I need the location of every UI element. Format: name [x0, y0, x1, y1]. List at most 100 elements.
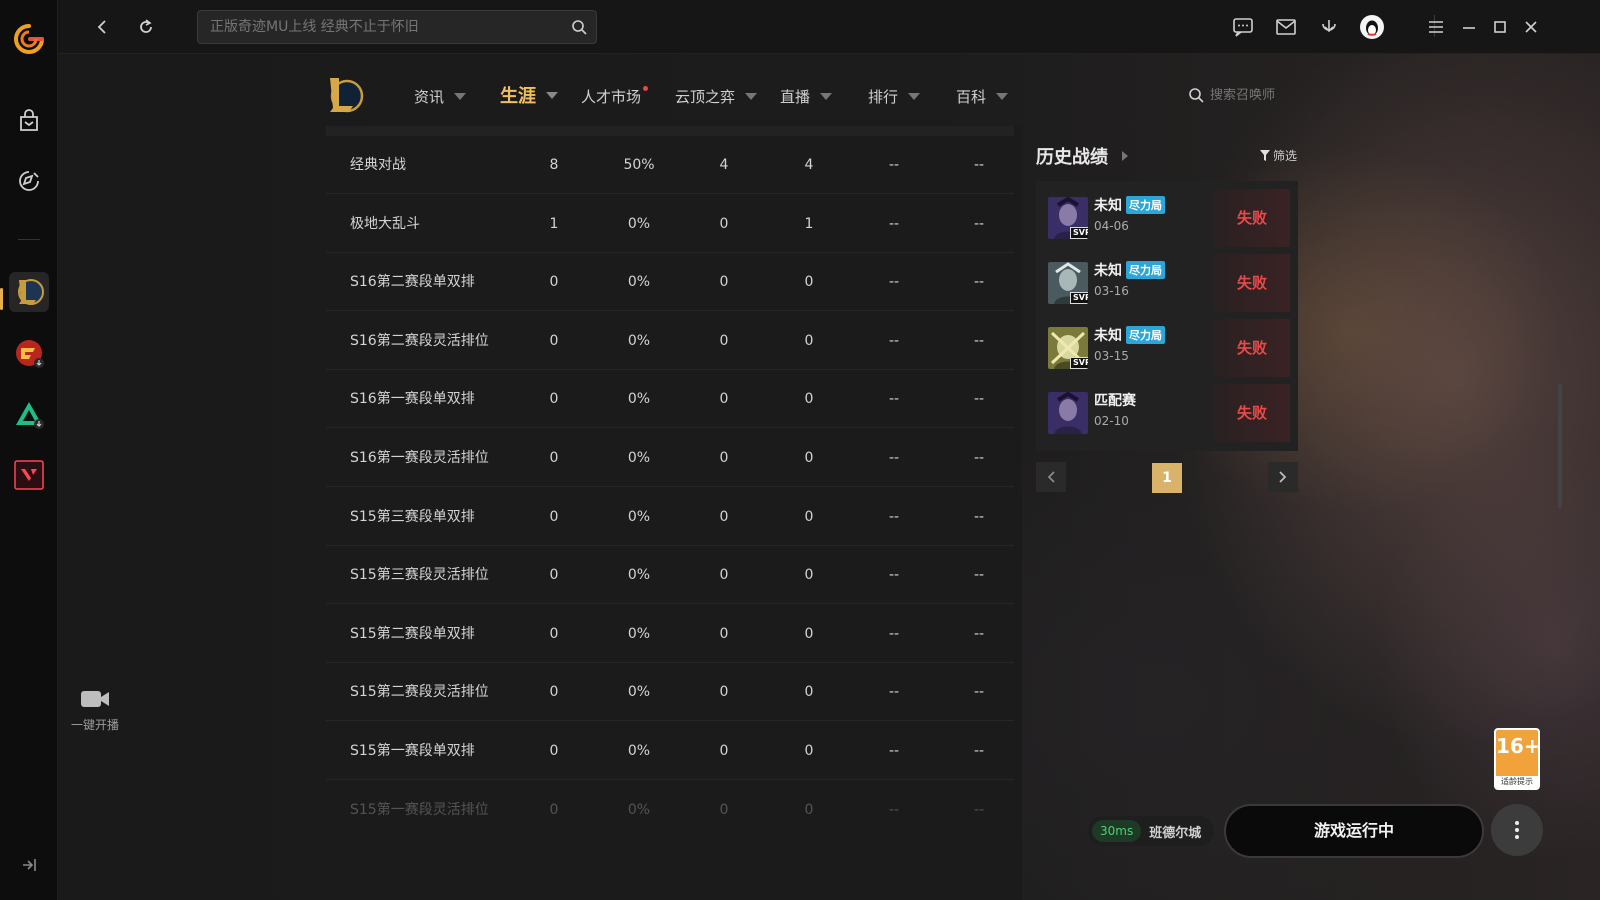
age-rating-caption: 适龄提示	[1496, 776, 1538, 788]
user-avatar[interactable]	[1359, 14, 1385, 40]
stat-cell: --	[888, 508, 900, 525]
game-triangle-icon[interactable]	[9, 394, 49, 434]
match-result: 失败	[1214, 189, 1290, 247]
tab-ranking-label: 排行	[868, 88, 899, 106]
rail-divider	[18, 239, 40, 240]
match-name: 未知 尽力局	[1094, 195, 1165, 215]
match-item[interactable]: SVP 未知 尽力局 03-15 失败	[1044, 319, 1290, 377]
tab-ranking[interactable]: 排行	[868, 86, 921, 107]
main-menu-icon[interactable]	[1423, 14, 1449, 40]
stat-cell: 0%	[627, 450, 651, 466]
chevron-down-icon	[820, 93, 833, 100]
game-valorant-icon[interactable]	[9, 455, 49, 495]
mode-name-cell: S15第一赛段单双排	[350, 743, 475, 759]
table-row: S15第三赛段灵活排位 0 0% 0 0 -- --	[326, 546, 1014, 605]
champion-avatar: SVP	[1048, 327, 1088, 369]
one-click-live-button[interactable]: 一键开播	[66, 688, 124, 738]
age-rating-badge: 16+ 适龄提示	[1494, 728, 1540, 790]
search-icon	[1189, 88, 1204, 103]
filter-button[interactable]: 筛选	[1260, 147, 1297, 164]
table-row: S15第二赛段灵活排位 0 0% 0 0 -- --	[326, 663, 1014, 722]
stat-cell: 0	[719, 625, 729, 642]
tab-news[interactable]: 资讯	[414, 86, 467, 107]
stat-cell: --	[888, 567, 900, 584]
mode-name-cell: 极地大乱斗	[350, 215, 420, 232]
top-bar	[58, 0, 1600, 54]
search-icon[interactable]	[570, 18, 588, 36]
notification-dot	[643, 86, 649, 91]
maximize-icon[interactable]	[1487, 14, 1513, 40]
tab-talent-market-label: 人才市场	[581, 88, 642, 106]
mail-icon[interactable]	[1273, 14, 1299, 40]
stat-cell: 0	[719, 274, 729, 291]
match-date: 04-06	[1094, 219, 1129, 233]
tab-wiki-label: 百科	[956, 88, 987, 106]
page-scrollbar[interactable]	[1558, 384, 1562, 508]
tab-career[interactable]: 生涯	[500, 82, 558, 108]
match-name-text: 未知	[1094, 328, 1122, 344]
filter-icon	[1260, 150, 1270, 161]
stat-cell: 0	[804, 332, 814, 349]
match-tag: 尽力局	[1126, 261, 1165, 279]
game-lol-icon[interactable]	[9, 272, 49, 312]
top-search-box[interactable]	[197, 10, 597, 44]
match-name: 未知 尽力局	[1094, 260, 1165, 280]
store-bag-icon[interactable]	[14, 106, 44, 136]
prev-page-button[interactable]	[1036, 462, 1066, 492]
history-title-label: 历史战绩	[1036, 147, 1108, 168]
explore-icon[interactable]	[14, 166, 44, 196]
svp-badge: SVP	[1070, 227, 1088, 239]
match-item[interactable]: SVP 未知 尽力局 04-06 失败	[1044, 189, 1290, 247]
tab-tft[interactable]: 云顶之弈	[675, 86, 758, 107]
table-row: S16第二赛段灵活排位 0 0% 0 0 -- --	[326, 312, 1014, 370]
table-row: S15第二赛段单双排 0 0% 0 0 -- --	[326, 605, 1014, 663]
top-search-input[interactable]	[210, 11, 550, 43]
stat-cell: --	[973, 215, 985, 232]
tab-wiki[interactable]: 百科	[956, 86, 1009, 107]
chevron-down-icon	[454, 93, 467, 100]
stat-cell: --	[888, 391, 900, 408]
chevron-left-icon	[1047, 471, 1055, 483]
dot-icon	[1515, 821, 1519, 825]
stat-cell: 0	[804, 684, 814, 701]
game-cf-icon[interactable]	[9, 333, 49, 373]
next-page-button[interactable]	[1268, 462, 1298, 492]
page-number[interactable]: 1	[1152, 463, 1182, 493]
stat-cell: --	[973, 743, 985, 759]
lol-logo-icon[interactable]	[324, 74, 364, 118]
match-item[interactable]: SVP 未知 尽力局 03-16 失败	[1044, 254, 1290, 312]
match-tag: 尽力局	[1126, 196, 1165, 214]
close-icon[interactable]	[1518, 14, 1544, 40]
back-button[interactable]	[90, 14, 116, 40]
stat-cell: 0	[804, 450, 814, 466]
tab-talent-market[interactable]: 人才市场	[581, 86, 649, 107]
more-options-button[interactable]	[1491, 804, 1543, 856]
server-status[interactable]: 30ms 班德尔城	[1088, 816, 1214, 846]
match-item[interactable]: 匹配赛 02-10 失败	[1044, 384, 1290, 442]
collapse-rail-icon[interactable]	[19, 855, 39, 875]
stat-cell: 1	[549, 215, 559, 232]
tab-live[interactable]: 直播	[780, 86, 833, 107]
stat-cell: --	[973, 508, 985, 525]
minimize-icon[interactable]	[1456, 14, 1482, 40]
refresh-button[interactable]	[133, 14, 159, 40]
match-result: 失败	[1214, 384, 1290, 442]
stat-cell: 50%	[623, 157, 655, 173]
chat-icon[interactable]	[1230, 14, 1256, 40]
stat-cell: --	[973, 801, 985, 818]
stat-cell: 0	[804, 508, 814, 525]
age-rating-number: 16+	[1496, 734, 1540, 758]
mode-name-cell: S16第一赛段灵活排位	[350, 450, 489, 466]
stat-cell: 0	[804, 567, 814, 584]
table-row: S15第一赛段灵活排位 0 0% 0 0 -- --	[326, 781, 1014, 839]
chevron-left-icon	[97, 20, 106, 34]
history-title[interactable]: 历史战绩	[1036, 143, 1128, 169]
stat-cell: 0	[719, 801, 729, 818]
game-running-button[interactable]: 游戏运行中	[1224, 804, 1484, 858]
summoner-search[interactable]	[1188, 87, 1320, 103]
stat-cell: --	[973, 450, 985, 466]
summoner-search-input[interactable]	[1210, 87, 1320, 103]
download-icon[interactable]	[1316, 14, 1342, 40]
live-label: 一键开播	[70, 718, 119, 732]
wegame-logo-icon[interactable]	[12, 22, 46, 56]
